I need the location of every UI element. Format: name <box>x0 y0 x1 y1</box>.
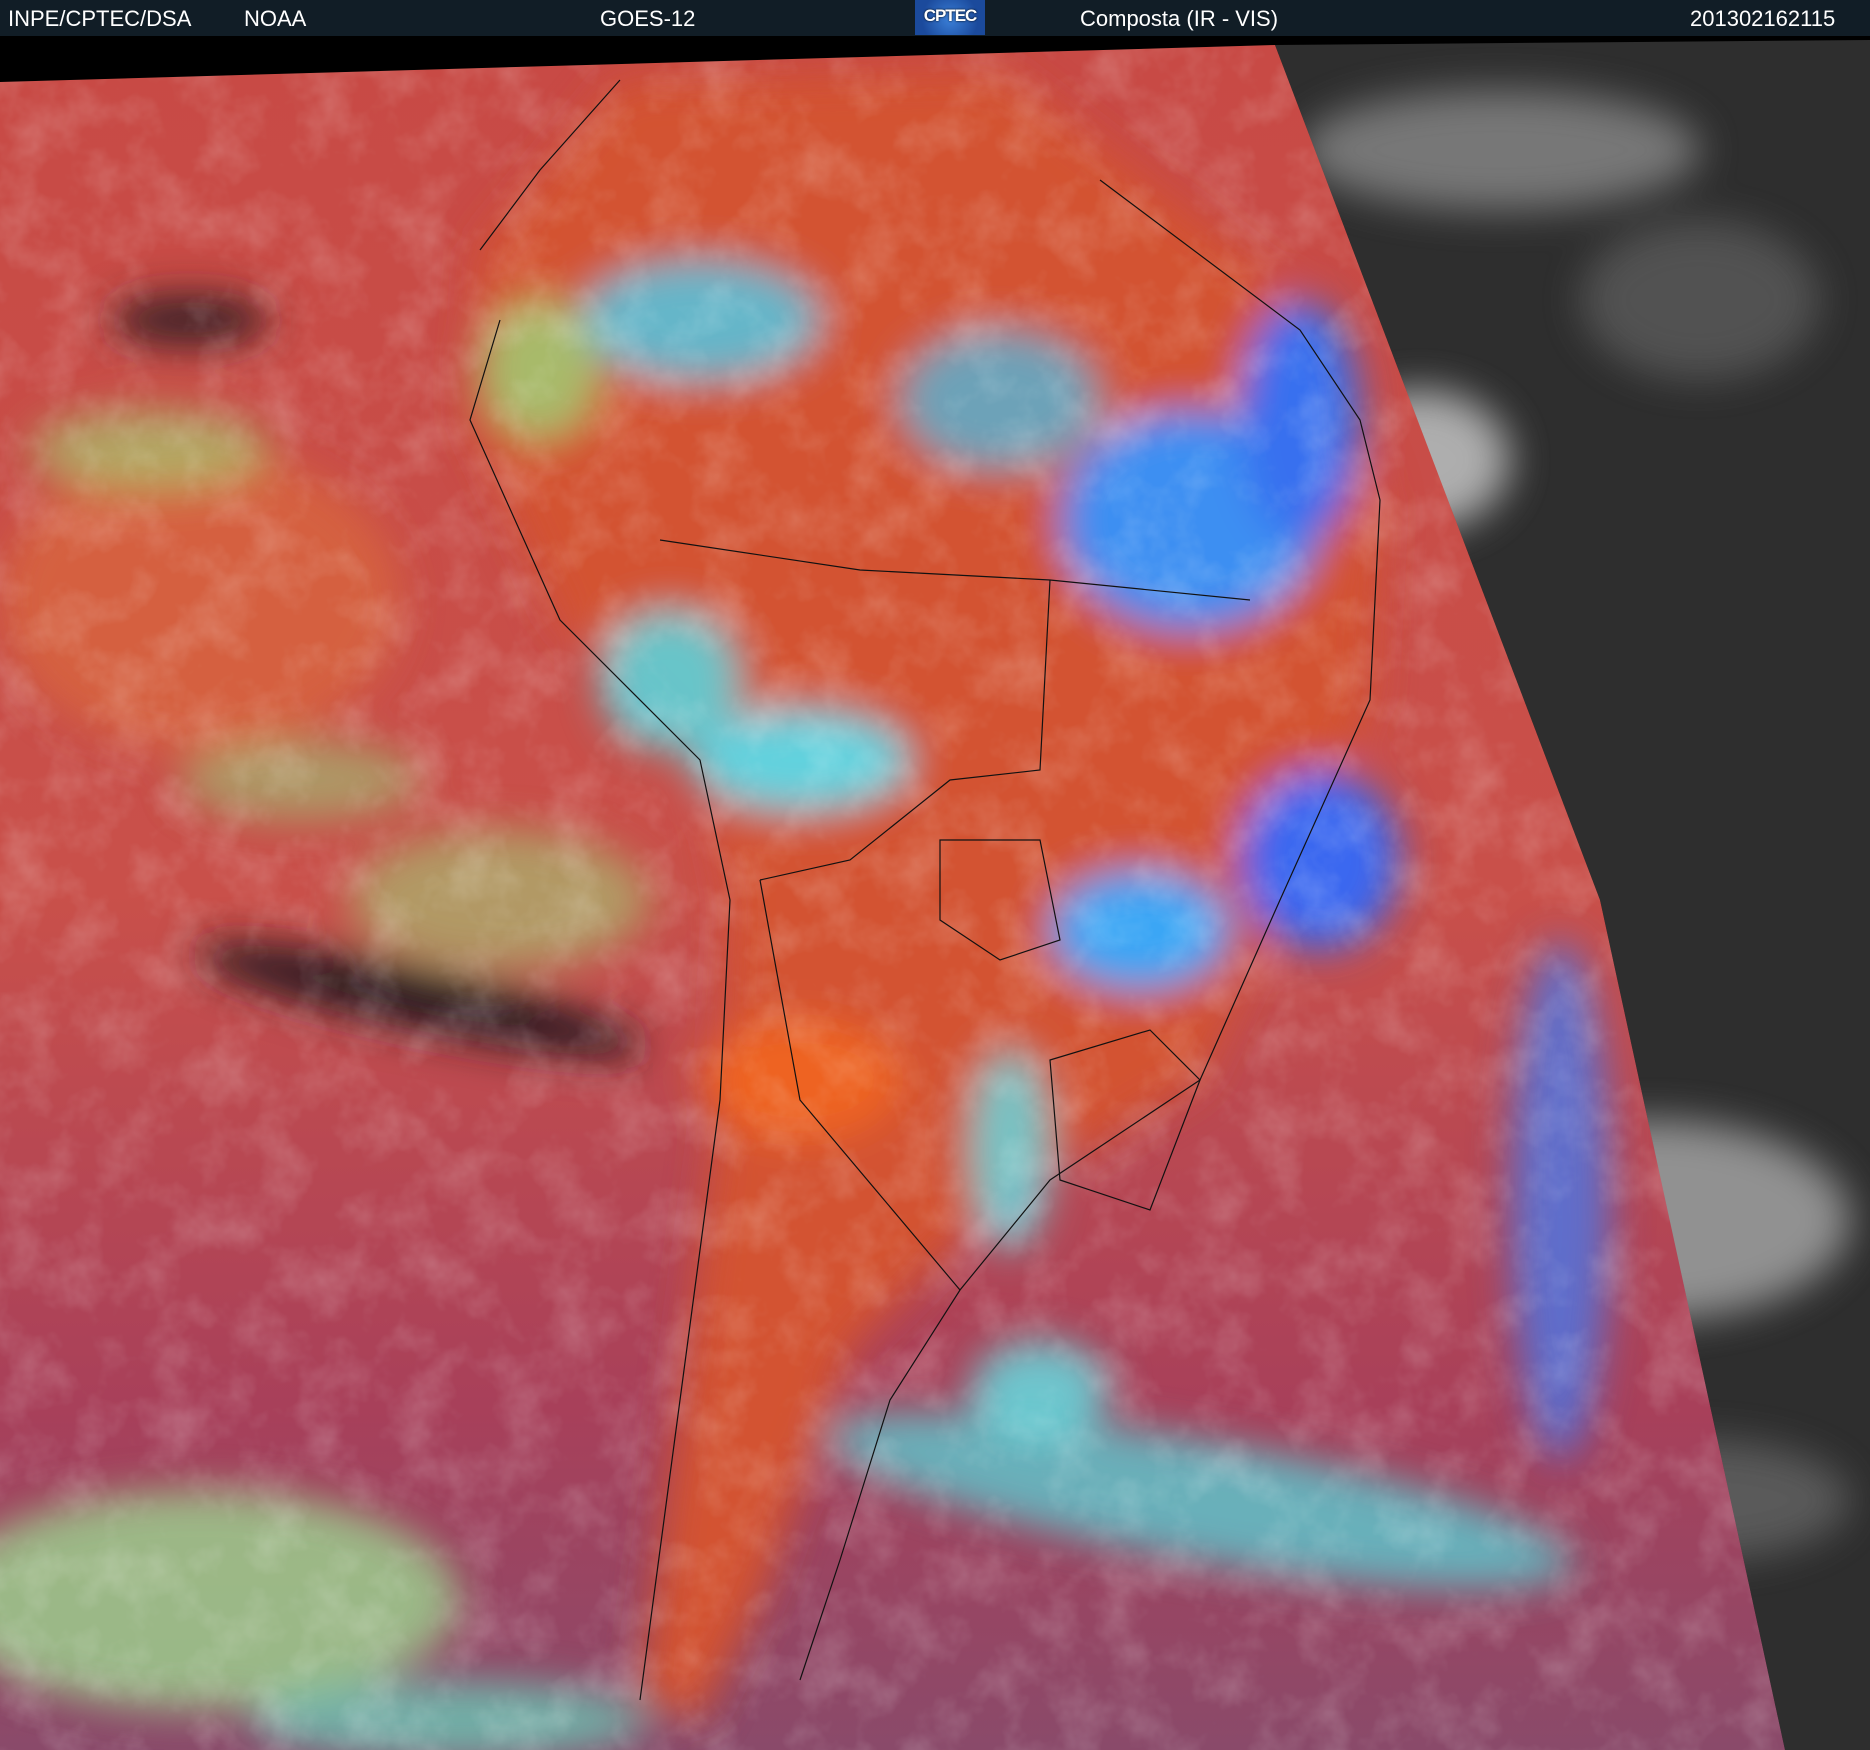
institution-label: INPE/CPTEC/DSA <box>8 6 192 31</box>
header-bar: INPE/CPTEC/DSA NOAA GOES-12 CPTEC Compos… <box>0 0 1870 36</box>
timestamp-label: 201302162115 <box>1690 6 1836 31</box>
product-label: Composta (IR - VIS) <box>1080 6 1279 31</box>
satellite-image <box>0 36 1870 1750</box>
agency-label: NOAA <box>244 6 307 31</box>
cptec-logo: CPTEC <box>915 0 985 35</box>
satellite-label: GOES-12 <box>600 6 696 31</box>
